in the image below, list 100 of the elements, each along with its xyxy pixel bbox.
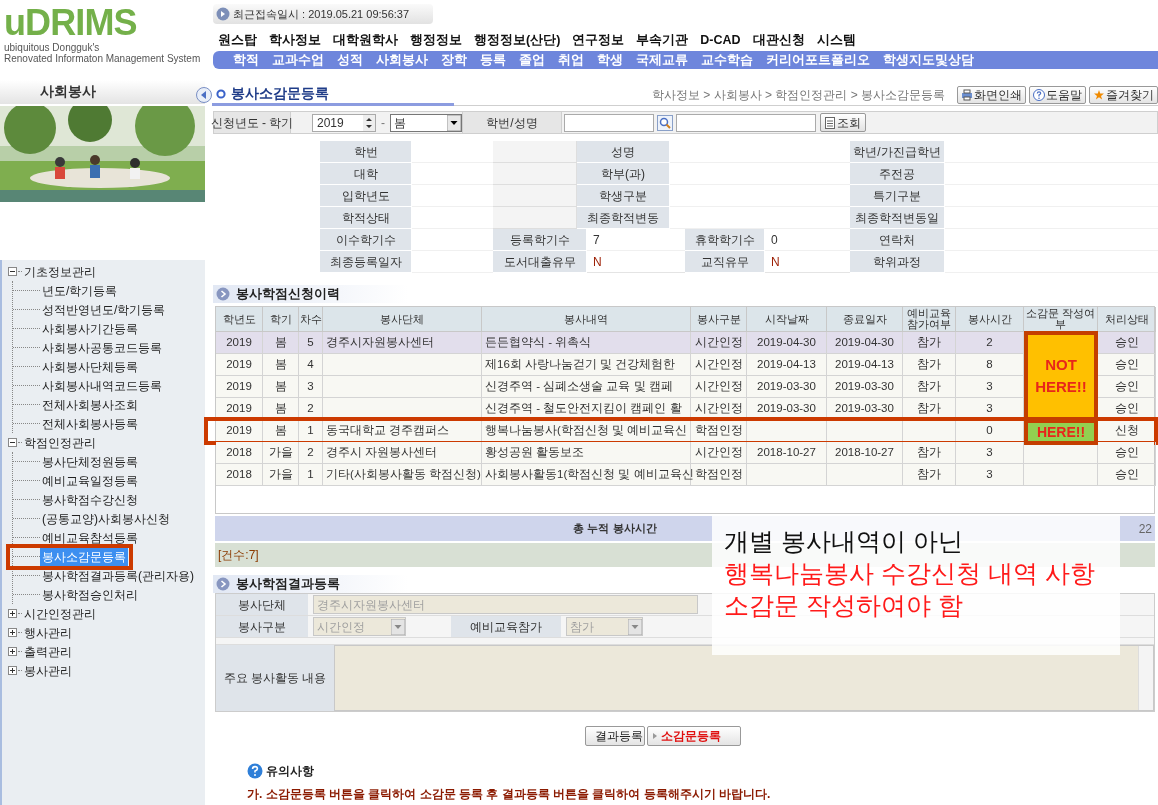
dropdown-icon bbox=[447, 114, 461, 131]
table-cell: 참가 bbox=[903, 398, 956, 420]
tree-item[interactable]: 전체사회봉사등록 bbox=[40, 414, 140, 433]
table-cell: 2019-03-30 bbox=[827, 398, 903, 420]
menu-item[interactable]: D-CAD bbox=[700, 31, 741, 50]
document-icon bbox=[825, 116, 835, 129]
table-row[interactable]: 2019 봄 5 경주시자원봉사센터 든든협약식 - 위촉식 시간인정 2019-04-30 2019-04-30 참가 2 승인 bbox=[216, 332, 1154, 354]
tree-item[interactable]: 봉사학점결과등록(관리자용) bbox=[40, 566, 196, 585]
section-title: 봉사학점신청이력 bbox=[236, 285, 340, 303]
sidebar-title: 사회봉사 bbox=[0, 80, 205, 104]
field-label: 이수학기수 bbox=[320, 229, 412, 251]
tree-item[interactable]: 사회봉사기간등록 bbox=[40, 319, 140, 338]
tree-item[interactable]: 봉사단체정원등록 bbox=[40, 452, 140, 471]
field-label: 도서대출유무 bbox=[493, 251, 587, 273]
menu-item[interactable]: 원스탑 bbox=[218, 31, 257, 50]
help-button[interactable]: 도움말 bbox=[1029, 86, 1086, 104]
menu-item[interactable]: 시스템 bbox=[816, 31, 856, 50]
expand-icon[interactable] bbox=[8, 647, 17, 656]
tree-item[interactable]: 예비교육일정등록 bbox=[40, 471, 140, 490]
menu-item[interactable]: 부속기관 bbox=[636, 31, 689, 50]
tree-item[interactable]: 시간인정관리 bbox=[23, 604, 97, 623]
spinner-icon[interactable] bbox=[363, 114, 375, 131]
menu-item[interactable]: 연구정보 bbox=[572, 31, 625, 50]
help-icon bbox=[1033, 89, 1045, 101]
search-button[interactable]: 조회 bbox=[820, 113, 866, 132]
favorites-button[interactable]: 즐겨찾기 bbox=[1089, 86, 1158, 104]
total-value: 22 bbox=[1138, 520, 1153, 538]
student-name-field[interactable] bbox=[676, 113, 816, 132]
tree-item[interactable]: 년도/학기등록 bbox=[40, 281, 120, 300]
table-cell: 3 bbox=[956, 464, 1024, 486]
field-label: 연락처 bbox=[850, 229, 945, 251]
table-cell: 봄 bbox=[263, 398, 299, 420]
menu-item[interactable]: 학사정보 bbox=[269, 31, 321, 50]
callout-box: NOT HERE!! bbox=[1024, 331, 1098, 421]
menu-item[interactable]: 대관신청 bbox=[752, 31, 805, 50]
tree-item[interactable]: 행사관리 bbox=[23, 623, 73, 642]
collapse-sidebar-icon[interactable] bbox=[196, 87, 212, 103]
scrollbar[interactable] bbox=[1138, 646, 1153, 710]
tree-item[interactable]: 봉사학점승인처리 bbox=[40, 585, 140, 604]
collapse-icon[interactable] bbox=[8, 438, 17, 447]
tree-item[interactable]: (공통교양)사회봉사신청 bbox=[40, 509, 172, 528]
callout-box: HERE!! bbox=[1024, 419, 1098, 445]
field-label: 등록학기수 bbox=[493, 229, 587, 251]
tree-item[interactable]: 출력관리 bbox=[23, 642, 73, 661]
tree-item[interactable]: 전체사회봉사조회 bbox=[40, 395, 140, 414]
field-label: 특기구분 bbox=[850, 185, 945, 207]
tree-item[interactable]: 기초정보관리 bbox=[23, 262, 97, 281]
field-label: 주요 봉사활동 내용 bbox=[216, 645, 334, 711]
field-label: 휴학학기수 bbox=[685, 229, 765, 251]
tree-item[interactable]: 사회봉사내역코드등록 bbox=[40, 376, 164, 395]
table-cell: 기타(사회봉사활동 학점신청) bbox=[323, 464, 482, 486]
table-cell: 승인 bbox=[1098, 464, 1156, 486]
field-label: 학년/가진급학년 bbox=[850, 141, 945, 163]
expand-icon[interactable] bbox=[8, 666, 17, 675]
tree-item[interactable]: 성적반영년도/학기등록 bbox=[40, 300, 168, 319]
table-cell: 1 bbox=[299, 464, 323, 486]
expand-icon[interactable] bbox=[8, 609, 17, 618]
page-title: 봉사소감문등록 bbox=[231, 84, 329, 103]
term-select[interactable]: 봄 bbox=[390, 113, 462, 132]
year-spinner[interactable]: 2019 bbox=[312, 113, 376, 132]
field-label: 학적상태 bbox=[320, 207, 412, 229]
field-label: 학번 bbox=[320, 141, 412, 163]
tree-item[interactable]: 사회봉사공통코드등록 bbox=[40, 338, 164, 357]
field-label: 학부(과) bbox=[577, 163, 670, 185]
search-icon[interactable] bbox=[657, 114, 673, 131]
last-login-text: 최근접속일시 : 2019.05.21 09:56:37 bbox=[233, 6, 410, 22]
menu-item[interactable]: 행정정보 bbox=[410, 31, 462, 50]
select-field: 참가 bbox=[566, 617, 643, 636]
table-cell: 2019-03-30 bbox=[747, 398, 827, 420]
printer-icon bbox=[961, 89, 973, 101]
table-row[interactable]: 2018 가을 1 기타(사회봉사활동 학점신청) 사회봉사활동1(학점신청 및 예비교육신 학점인정 참가 3 승인 bbox=[216, 464, 1154, 486]
field-label: 최종학적변동일 bbox=[850, 207, 945, 229]
field-label: 신청년도 - 학기 bbox=[214, 112, 291, 133]
field-label: 입학년도 bbox=[320, 185, 412, 207]
star-icon bbox=[1093, 89, 1105, 101]
table-cell: 신경주역 - 철도안전지킴이 캠페인 활 bbox=[482, 398, 691, 420]
tree-item[interactable]: 봉사학점수강신청 bbox=[40, 490, 140, 509]
print-button[interactable]: 화면인쇄 bbox=[957, 86, 1026, 104]
tree-item[interactable]: 봉사관리 bbox=[23, 661, 73, 680]
collapse-icon[interactable] bbox=[8, 267, 17, 276]
student-id-field[interactable] bbox=[564, 113, 654, 132]
tree-item[interactable]: 사회봉사단체등록 bbox=[40, 357, 140, 376]
table-row[interactable]: 2018 가을 2 경주시 자원봉사센터 황성공원 활동보조 시간인정 2018-10-27 2018-10-27 참가 3 승인 bbox=[216, 442, 1154, 464]
separator-text: - bbox=[381, 114, 385, 132]
notice-text: 가. 소감문등록 버튼을 클릭하여 소감문 등록 후 결과등록 버튼을 클릭하여 등록해주시기 바랍니다. bbox=[247, 786, 771, 803]
tree-item[interactable]: 학점인정관리 bbox=[23, 433, 97, 452]
expand-icon[interactable] bbox=[8, 628, 17, 637]
field-label: 교직유무 bbox=[685, 251, 765, 273]
menu-item[interactable]: 행정정보(산단) bbox=[474, 31, 561, 50]
dropdown-icon bbox=[628, 618, 642, 635]
table-cell: 사회봉사활동1(학점신청 및 예비교육신 bbox=[482, 464, 691, 486]
table-cell: 참가 bbox=[903, 464, 956, 486]
logo-subtitle: ubiquitous Dongguk's bbox=[4, 42, 100, 53]
select-field: 시간인정 bbox=[313, 617, 406, 636]
menu-item[interactable]: 대학원학사 bbox=[333, 31, 398, 50]
triangle-icon bbox=[653, 733, 657, 739]
tree-item[interactable]: 예비교육참석등록 bbox=[40, 528, 140, 547]
notice-title: 유의사항 bbox=[266, 763, 314, 780]
logo: uDRIMS bbox=[4, 4, 137, 42]
count-text: [건수:7] bbox=[218, 547, 259, 564]
